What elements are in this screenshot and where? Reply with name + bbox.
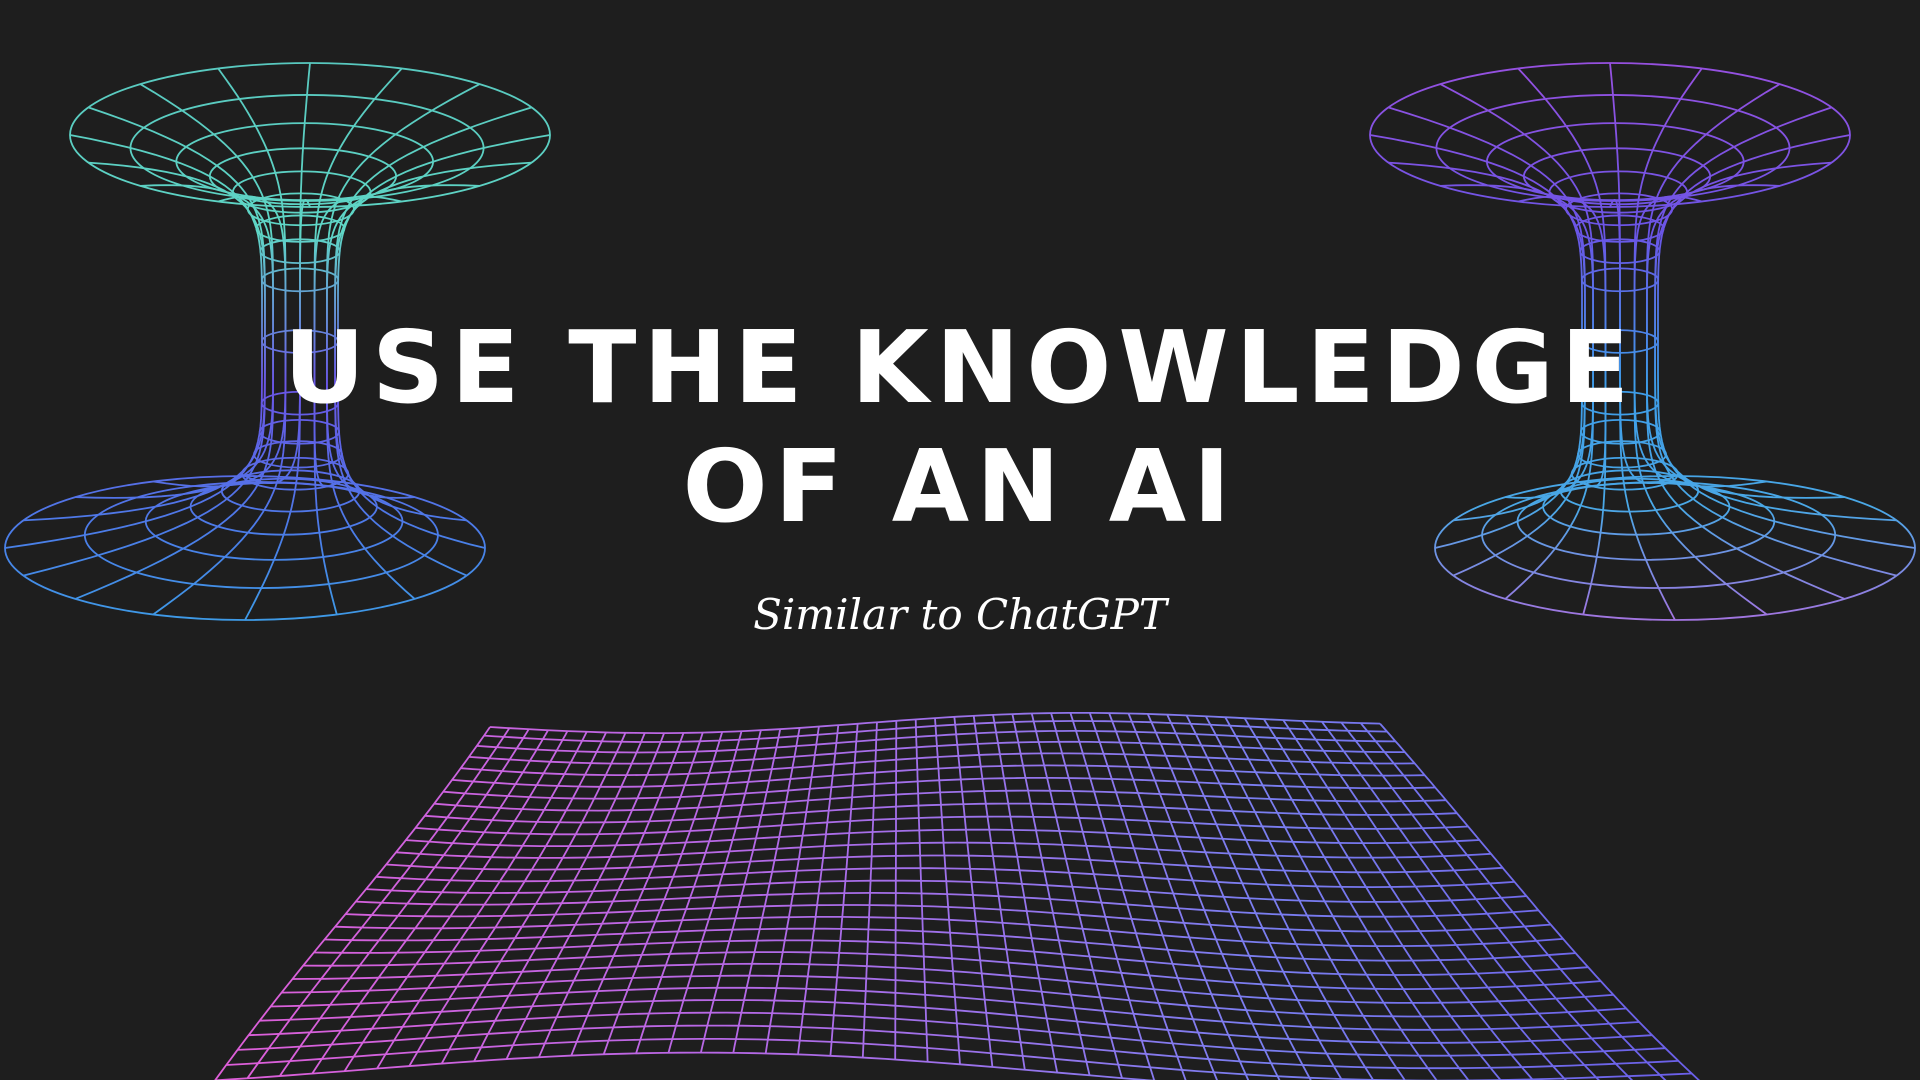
floor-grid-column (343, 730, 569, 1072)
floor-grid-column (992, 714, 1059, 1073)
floor-grid-column (953, 716, 994, 1068)
floor-grid-column (894, 720, 898, 1060)
wormhole-spoke (326, 83, 481, 499)
floor-grid-column (829, 723, 859, 1056)
floor-grid-column (972, 715, 1026, 1070)
wormhole-spoke (75, 83, 274, 499)
floor-grid-column (635, 730, 743, 1054)
floor-grid-column (440, 732, 627, 1065)
wormhole-spoke (1646, 83, 1845, 499)
floor-grid-column (914, 719, 929, 1062)
floor-grid-icon (214, 712, 1701, 1080)
floor-grid-column (934, 718, 961, 1065)
floor-grid-column (214, 726, 491, 1080)
slide: USE THE KNOWLEDGE OF AN AI Similar to Ch… (0, 0, 1920, 1080)
title-line-2: OF AN AI (682, 428, 1238, 545)
floor-grid-column (764, 726, 820, 1054)
floor-grid-column (1050, 712, 1156, 1080)
subtitle: Similar to ChatGPT (753, 590, 1167, 639)
title-line-1: USE THE KNOWLEDGE (283, 309, 1637, 426)
floor-grid-column (797, 725, 840, 1055)
floor-grid-column (667, 729, 762, 1054)
floor-grid-column (602, 731, 724, 1055)
wormhole-spoke (1439, 83, 1594, 499)
